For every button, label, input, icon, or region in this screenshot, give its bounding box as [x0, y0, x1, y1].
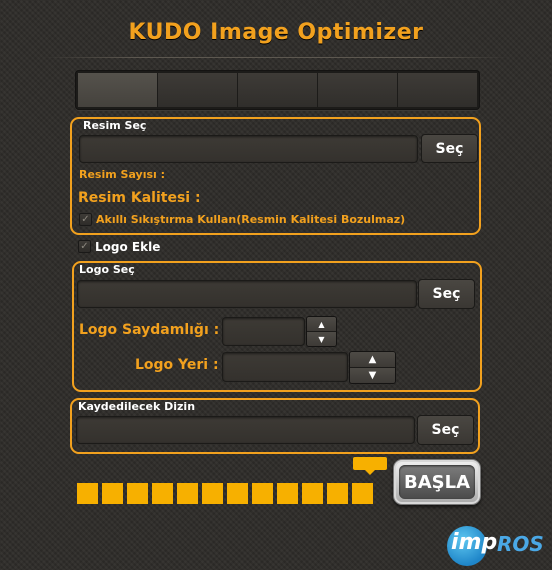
progress-segment: [252, 483, 273, 504]
logo-text-ros: ROS: [497, 532, 544, 556]
tab-bar: [75, 70, 480, 110]
image-count-label: Resim Sayısı :: [79, 168, 166, 181]
logo-text-imp: imp: [451, 530, 498, 555]
logo-opacity-input[interactable]: [222, 317, 305, 346]
logo-select-button[interactable]: Seç: [418, 279, 475, 309]
progress-segment: [127, 483, 148, 504]
logo-opacity-stepper[interactable]: ▲ ▼: [306, 316, 337, 347]
logo-opacity-label: Logo Saydamlığı :: [79, 322, 220, 338]
impros-logo: imp ROS: [447, 526, 544, 566]
logo-position-stepper[interactable]: ▲ ▼: [349, 351, 396, 384]
spin-down-icon[interactable]: ▼: [307, 332, 336, 346]
app-title: KUDO Image Optimizer: [128, 20, 424, 45]
output-select-button[interactable]: Seç: [417, 415, 474, 445]
output-path-field[interactable]: [76, 416, 415, 444]
progress-segment: [202, 483, 223, 504]
logo-select-label: Logo Seç: [79, 263, 135, 276]
spin-up-icon[interactable]: ▲: [307, 317, 336, 332]
check-icon: ✓: [81, 213, 90, 225]
progress-marker: [353, 457, 387, 475]
image-select-button[interactable]: Seç: [421, 134, 478, 163]
progress-segment: [152, 483, 173, 504]
start-button-label: BAŞLA: [399, 465, 475, 499]
logo-position-label: Logo Yeri :: [135, 357, 219, 373]
logo-position-select[interactable]: [222, 352, 348, 382]
start-button[interactable]: BAŞLA: [393, 459, 481, 505]
progress-segment: [102, 483, 123, 504]
progress-segment: [227, 483, 248, 504]
tab-2[interactable]: [158, 73, 238, 107]
smart-compress-label: Akıllı Sıkıştırma Kullan(Resmin Kalitesi…: [96, 213, 406, 226]
progress-segment: [177, 483, 198, 504]
spin-up-icon[interactable]: ▲: [350, 352, 395, 368]
progress-segment: [302, 483, 323, 504]
spin-down-icon[interactable]: ▼: [350, 368, 395, 383]
progress-segment: [277, 483, 298, 504]
tab-5[interactable]: [398, 73, 477, 107]
logo-add-checkbox[interactable]: ✓: [78, 240, 91, 253]
progress-segment: [77, 483, 98, 504]
image-quality-label: Resim Kalitesi :: [78, 190, 201, 206]
title-divider: [42, 57, 510, 58]
image-select-label: Resim Seç: [83, 119, 147, 132]
smart-compress-checkbox[interactable]: ✓: [79, 213, 92, 226]
tab-1[interactable]: [78, 73, 158, 107]
output-dir-label: Kaydedilecek Dizin: [78, 400, 196, 413]
logo-path-field[interactable]: [77, 280, 417, 308]
logo-add-label: Logo Ekle: [95, 240, 161, 254]
progress-segment: [327, 483, 348, 504]
image-path-field[interactable]: [79, 135, 418, 163]
tab-3[interactable]: [238, 73, 318, 107]
check-icon: ✓: [80, 240, 89, 252]
tab-4[interactable]: [318, 73, 398, 107]
progress-bar: [77, 483, 373, 504]
progress-segment: [352, 483, 373, 504]
